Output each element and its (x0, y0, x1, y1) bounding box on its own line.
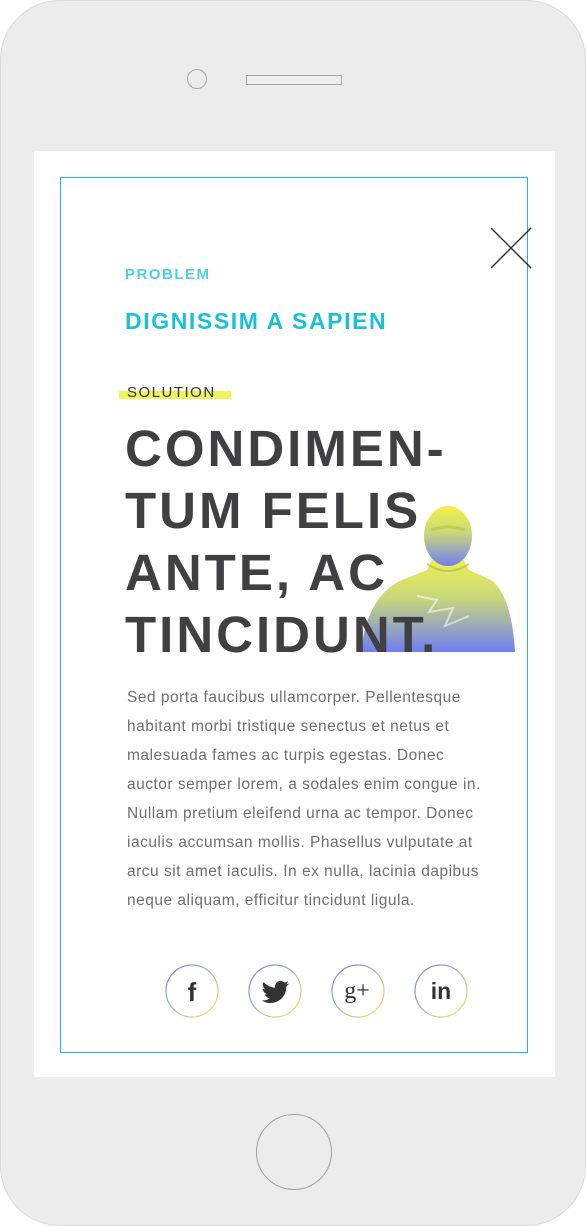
front-camera (187, 69, 207, 89)
solution-tag: SOLUTION (119, 384, 231, 408)
facebook-button[interactable]: f (165, 964, 219, 1018)
phone-screen: PROBLEM DIGNISSIM A SAPIEN SOLUTION COND… (34, 151, 555, 1077)
body-line: auctor semper lorem, a sodales enim cong… (127, 776, 481, 793)
close-icon[interactable] (489, 226, 533, 270)
solution-label: SOLUTION (127, 384, 216, 401)
body-line: neque aliquam, efficitur tincidunt ligul… (127, 892, 415, 909)
headline-line: ANTE, AC (125, 544, 388, 601)
headline-line: TUM FELIS (125, 482, 422, 539)
problem-title: DIGNISSIM A SAPIEN (125, 308, 388, 334)
body-line: Nullam pretium eleifend urna ac tempor. … (127, 805, 474, 822)
body-line: habitant morbi tristique senectus et net… (127, 718, 450, 735)
earpiece-speaker (246, 75, 342, 85)
phone-device: PROBLEM DIGNISSIM A SAPIEN SOLUTION COND… (0, 0, 586, 1226)
body-line: malesuada fames ac turpis egestas. Donec (127, 747, 445, 764)
body-line: arcu sit amet iaculis. In ex nulla, laci… (127, 863, 480, 880)
modal-frame: PROBLEM DIGNISSIM A SAPIEN SOLUTION COND… (60, 177, 532, 1053)
headline-line: CONDIMEN- (125, 420, 447, 477)
linkedin-button[interactable]: in (414, 964, 468, 1018)
twitter-button[interactable] (248, 964, 302, 1018)
headline-line: TINCIDUNT. (125, 606, 439, 663)
body-line: iaculis accumsan mollis. Phasellus vulpu… (127, 834, 473, 851)
home-button[interactable] (256, 1114, 332, 1190)
body-line: Sed porta faucibus ullamcorper. Pellente… (127, 689, 461, 706)
google-plus-icon: g+ (344, 978, 370, 1004)
social-share-row: f g+ in (165, 964, 475, 1020)
body-paragraph: Sed porta faucibus ullamcorper. Pellente… (127, 683, 531, 915)
linkedin-icon: in (431, 978, 451, 1004)
headline: CONDIMEN- TUM FELIS ANTE, AC TINCIDUNT. (125, 418, 515, 666)
facebook-icon: f (188, 977, 197, 1007)
google-plus-button[interactable]: g+ (331, 964, 385, 1018)
problem-label: PROBLEM (125, 266, 211, 283)
